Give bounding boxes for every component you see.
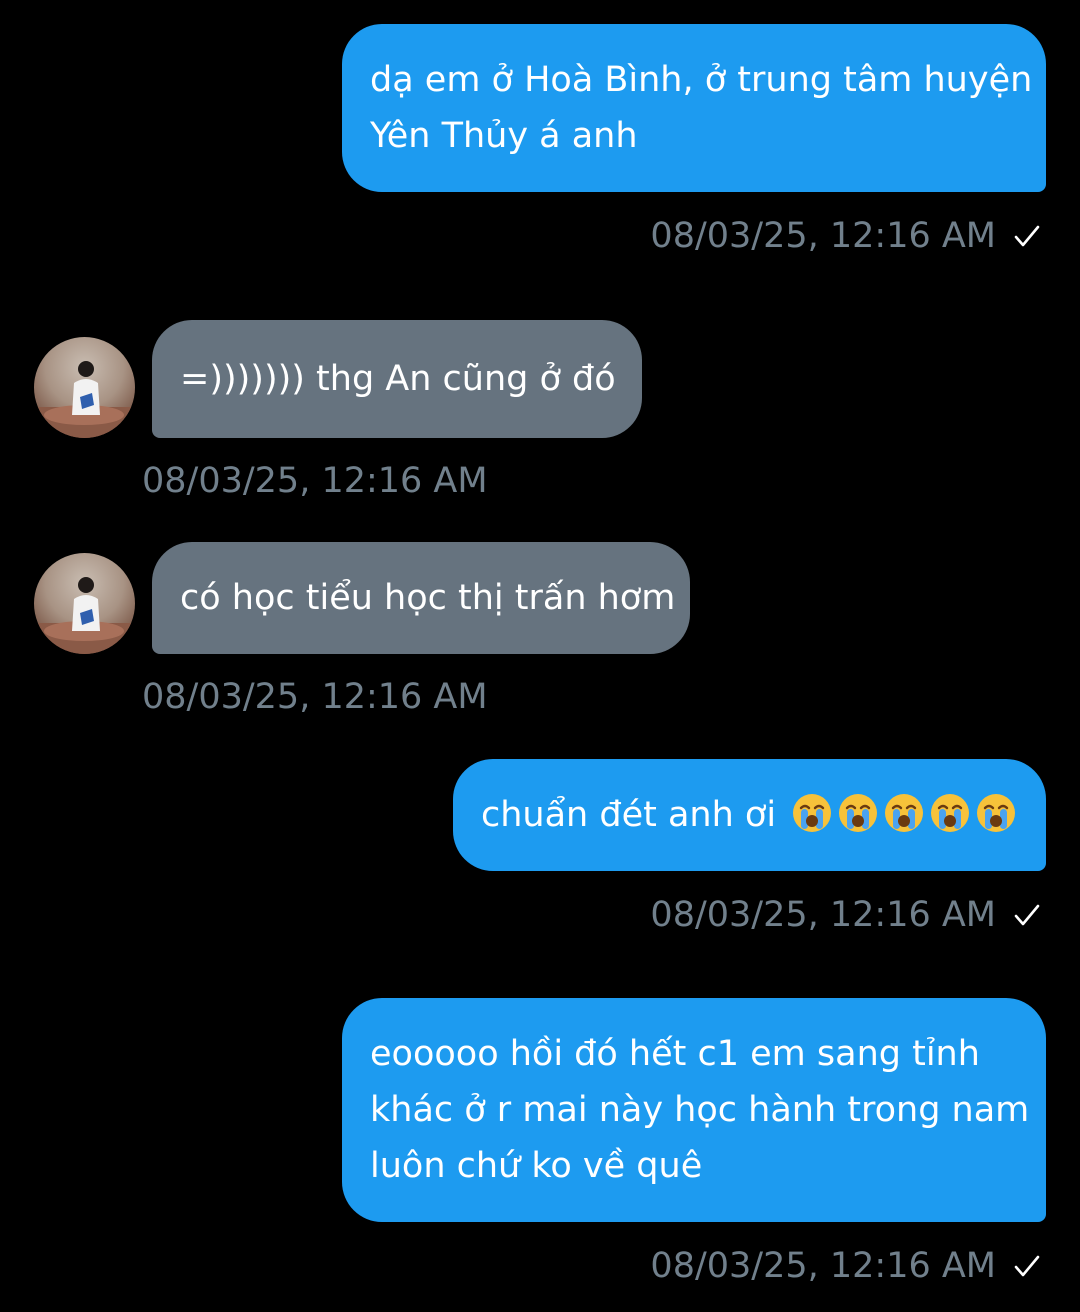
message-meta: 08/03/25, 12:16 AM: [142, 677, 488, 717]
loudly-crying-face-emoji: [929, 792, 971, 834]
message-bubble-outgoing[interactable]: eooooo hồi đó hết c1 em sang tỉnh khác ở…: [342, 998, 1046, 1222]
message-text-line: chuẩn đét anh ơi: [481, 787, 1018, 843]
message-bubble-incoming[interactable]: =))))))) thg An cũng ở đó: [152, 320, 642, 438]
message-meta: 08/03/25, 12:16 AM: [650, 216, 1042, 256]
check-icon: [1012, 900, 1042, 930]
message-text-line: eooooo hồi đó hết c1 em sang tỉnh: [370, 1034, 980, 1074]
check-icon: [1012, 221, 1042, 251]
loudly-crying-face-emoji: [837, 792, 879, 834]
message-meta: 08/03/25, 12:16 AM: [142, 461, 488, 501]
message-text-line: dạ em ở Hoà Bình, ở trung tâm huyện: [370, 60, 1033, 100]
message-timestamp: 08/03/25, 12:16 AM: [142, 461, 488, 501]
check-icon: [1012, 1251, 1042, 1281]
message-timestamp: 08/03/25, 12:16 AM: [650, 1246, 996, 1286]
message-text-line: có học tiểu học thị trấn hơm: [180, 578, 676, 618]
loudly-crying-face-emoji: [883, 792, 925, 834]
message-bubble-incoming[interactable]: có học tiểu học thị trấn hơm: [152, 542, 690, 654]
avatar[interactable]: [34, 553, 135, 654]
message-bubble-outgoing[interactable]: chuẩn đét anh ơi: [453, 759, 1046, 871]
conversation-thread: dạ em ở Hoà Bình, ở trung tâm huyện Yên …: [0, 0, 1080, 1312]
message-timestamp: 08/03/25, 12:16 AM: [650, 216, 996, 256]
loudly-crying-face-emoji: [975, 792, 1017, 834]
message-meta: 08/03/25, 12:16 AM: [650, 1246, 1042, 1286]
message-text-line: khác ở r mai này học hành trong nam: [370, 1090, 1030, 1130]
message-timestamp: 08/03/25, 12:16 AM: [142, 677, 488, 717]
loudly-crying-face-emoji: [791, 792, 833, 834]
message-text-line: =))))))) thg An cũng ở đó: [180, 359, 616, 399]
message-bubble-outgoing[interactable]: dạ em ở Hoà Bình, ở trung tâm huyện Yên …: [342, 24, 1046, 192]
message-timestamp: 08/03/25, 12:16 AM: [650, 895, 996, 935]
avatar[interactable]: [34, 337, 135, 438]
message-text-line: luôn chứ ko về quê: [370, 1146, 703, 1186]
message-text: chuẩn đét anh ơi: [481, 795, 777, 835]
message-meta: 08/03/25, 12:16 AM: [650, 895, 1042, 935]
message-text-line: Yên Thủy á anh: [370, 116, 638, 156]
